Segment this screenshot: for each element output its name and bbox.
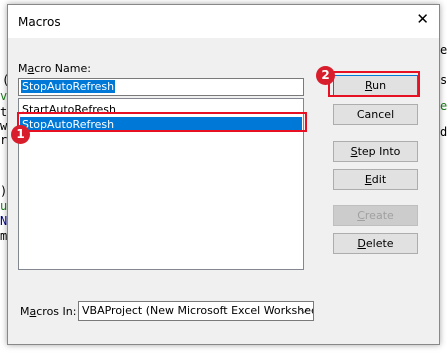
create-button-accel: C — [357, 209, 365, 222]
delete-button-accel: D — [357, 237, 366, 250]
dialog-titlebar: Macros ✕ — [8, 5, 439, 38]
macros-in-dropdown[interactable]: VBAProject (New Microsoft Excel Workshee… — [78, 301, 314, 321]
macros-in-label: Macros In: — [20, 305, 76, 318]
delete-button-label: elete — [365, 237, 394, 250]
macro-name-label-part: cro Name: — [34, 62, 91, 75]
code-fragment: e — [440, 43, 447, 57]
cancel-button[interactable]: Cancel — [333, 104, 418, 125]
macro-name-value: StopAutoRefresh — [21, 80, 116, 93]
annotation-badge-1: 1 — [11, 125, 30, 144]
macros-in-value: VBAProject (New Microsoft Excel Workshee… — [82, 304, 314, 317]
create-button[interactable]: Create — [333, 205, 418, 226]
code-fragment: e — [440, 99, 447, 113]
dialog-title: Macros — [18, 15, 61, 29]
step-into-button[interactable]: Step Into — [333, 141, 418, 162]
annotation-badge-2: 2 — [316, 66, 335, 85]
delete-button[interactable]: Delete — [333, 233, 418, 254]
close-icon[interactable]: ✕ — [416, 12, 429, 27]
code-fragment: s — [440, 73, 447, 87]
cancel-button-label: Cancel — [356, 108, 395, 121]
code-fragment: d — [440, 125, 447, 139]
edit-button-accel: E — [364, 173, 372, 186]
annotation-highlight-list-item — [17, 112, 307, 132]
edit-button[interactable]: Edit — [333, 169, 418, 190]
macro-name-label: Macro Name: — [18, 62, 91, 75]
annotation-highlight-run-button — [328, 71, 420, 97]
macros-in-label-part: M — [20, 305, 30, 318]
macro-name-label-part: M — [18, 62, 28, 75]
macro-name-input[interactable]: StopAutoRefresh — [18, 78, 304, 96]
macros-in-label-part: cros In: — [36, 305, 77, 318]
edit-button-label: dit — [371, 173, 387, 186]
chevron-down-icon: ⌵ — [299, 303, 308, 316]
step-into-button-label: tep Into — [357, 145, 401, 158]
step-into-button-accel: S — [350, 145, 358, 158]
create-button-label: reate — [364, 209, 394, 222]
macros-dialog: Macros ✕ Macro Name: StopAutoRefresh Sta… — [7, 4, 440, 345]
